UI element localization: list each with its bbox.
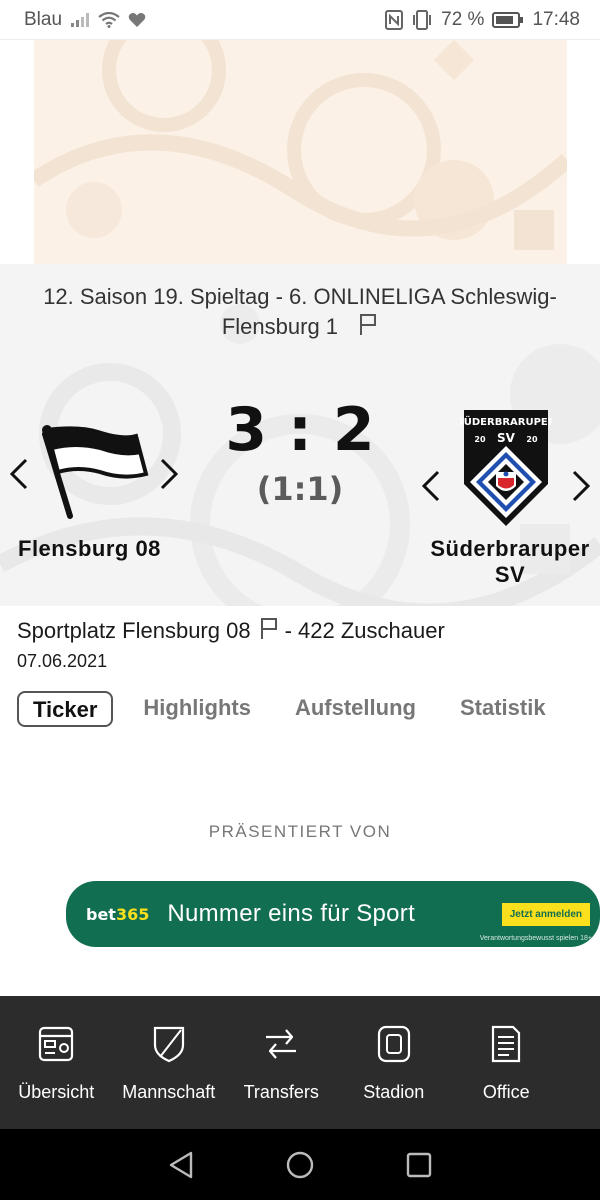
shield-icon xyxy=(152,1024,186,1064)
status-bar-left: Blau xyxy=(24,9,146,31)
vibrate-icon xyxy=(411,9,433,30)
prev-home-team-arrow[interactable] xyxy=(6,454,32,494)
nav-label-overview: Übersicht xyxy=(18,1082,95,1102)
nav-label-team: Mannschaft xyxy=(122,1082,216,1102)
next-away-team-arrow[interactable] xyxy=(568,466,594,506)
battery-percent: 72 % xyxy=(441,8,485,30)
league-text: 12. Saison 19. Spieltag - 6. ONLINELIGA … xyxy=(43,284,557,339)
home-team-name[interactable]: Flensburg 08 xyxy=(18,536,188,562)
back-icon[interactable] xyxy=(167,1150,195,1180)
crest-year-right: 20 xyxy=(526,435,538,444)
status-bar-right: 72 % 17:48 xyxy=(385,9,580,31)
tab-aufstellung[interactable]: Aufstellung xyxy=(281,691,430,727)
nav-item-transfers[interactable]: Transfers xyxy=(225,996,338,1129)
match-tabs: Ticker Highlights Aufstellung Statistik xyxy=(17,690,576,728)
venue-name[interactable]: Sportplatz Flensburg 08 xyxy=(17,618,251,644)
overview-icon xyxy=(38,1024,74,1064)
nav-item-office[interactable]: Office xyxy=(450,996,563,1129)
stadium-icon xyxy=(377,1024,411,1064)
header-banner xyxy=(34,40,567,264)
crest-sv: SV xyxy=(497,431,516,445)
wifi-icon xyxy=(98,11,120,28)
nav-item-team[interactable]: Mannschaft xyxy=(113,996,226,1129)
tab-statistik[interactable]: Statistik xyxy=(446,691,560,727)
prev-away-team-arrow[interactable] xyxy=(418,466,444,506)
home-icon[interactable] xyxy=(285,1150,315,1180)
attendance: - 422 Zuschauer xyxy=(284,618,445,643)
match-date: 07.06.2021 xyxy=(17,651,108,671)
home-team-logo xyxy=(38,422,150,520)
next-home-team-arrow[interactable] xyxy=(156,454,182,494)
transfers-icon xyxy=(262,1024,300,1064)
match-score: 3 : 2 xyxy=(225,395,375,465)
banner-pattern xyxy=(34,40,567,250)
heart-icon xyxy=(128,12,146,28)
venue-flag-icon[interactable] xyxy=(358,312,378,344)
tab-ticker[interactable]: Ticker xyxy=(17,691,114,727)
carrier-name: Blau xyxy=(24,8,63,30)
signal-icon xyxy=(70,12,90,28)
nav-label-stadium: Stadion xyxy=(363,1082,425,1102)
venue-info: Sportplatz Flensburg 08 - 422 Zuschauer xyxy=(17,616,445,646)
bottom-navigation: Übersicht Mannschaft Transfers Stadion O… xyxy=(0,996,600,1129)
ad-logo-part1: bet xyxy=(86,904,116,924)
crest-name-text: SÜDERBRARUPER xyxy=(460,414,552,428)
clock: 17:48 xyxy=(532,8,580,30)
document-icon xyxy=(491,1024,521,1064)
nfc-icon xyxy=(385,9,404,30)
ad-title: Nummer eins für Sport xyxy=(167,900,416,927)
ad-disclaimer: Verantwortungsbewusst spielen 18+ xyxy=(479,935,592,942)
match-header: 12. Saison 19. Spieltag - 6. ONLINELIGA … xyxy=(0,264,600,606)
league-info: 12. Saison 19. Spieltag - 6. ONLINELIGA … xyxy=(0,282,600,344)
nav-item-stadium[interactable]: Stadion xyxy=(338,996,451,1129)
stadium-flag-icon xyxy=(259,616,279,646)
halftime-score: (1:1) xyxy=(256,470,344,508)
crest-year-left: 20 xyxy=(474,435,486,444)
system-navigation-bar xyxy=(0,1129,600,1200)
battery-icon xyxy=(492,11,524,29)
away-team-name[interactable]: Süderbraruper SV xyxy=(420,536,600,588)
ad-logo-part2: 365 xyxy=(115,904,150,924)
presented-by-label: PRÄSENTIERT VON xyxy=(208,822,392,841)
nav-label-office: Office xyxy=(482,1082,530,1102)
away-team-logo: SÜDERBRARUPER 20 SV 20 xyxy=(457,406,556,530)
ad-logo: bet365 xyxy=(86,905,149,924)
recents-icon[interactable] xyxy=(405,1151,433,1179)
nav-item-overview[interactable]: Übersicht xyxy=(0,996,113,1129)
sponsor-ad[interactable]: bet365 Nummer eins für Sport Jetzt anmel… xyxy=(66,881,600,947)
status-bar: Blau 72 % 17:48 xyxy=(0,0,600,40)
nav-label-transfers: Transfers xyxy=(243,1082,319,1102)
ad-signup-button[interactable]: Jetzt anmelden xyxy=(501,903,590,926)
tab-highlights[interactable]: Highlights xyxy=(129,691,265,727)
